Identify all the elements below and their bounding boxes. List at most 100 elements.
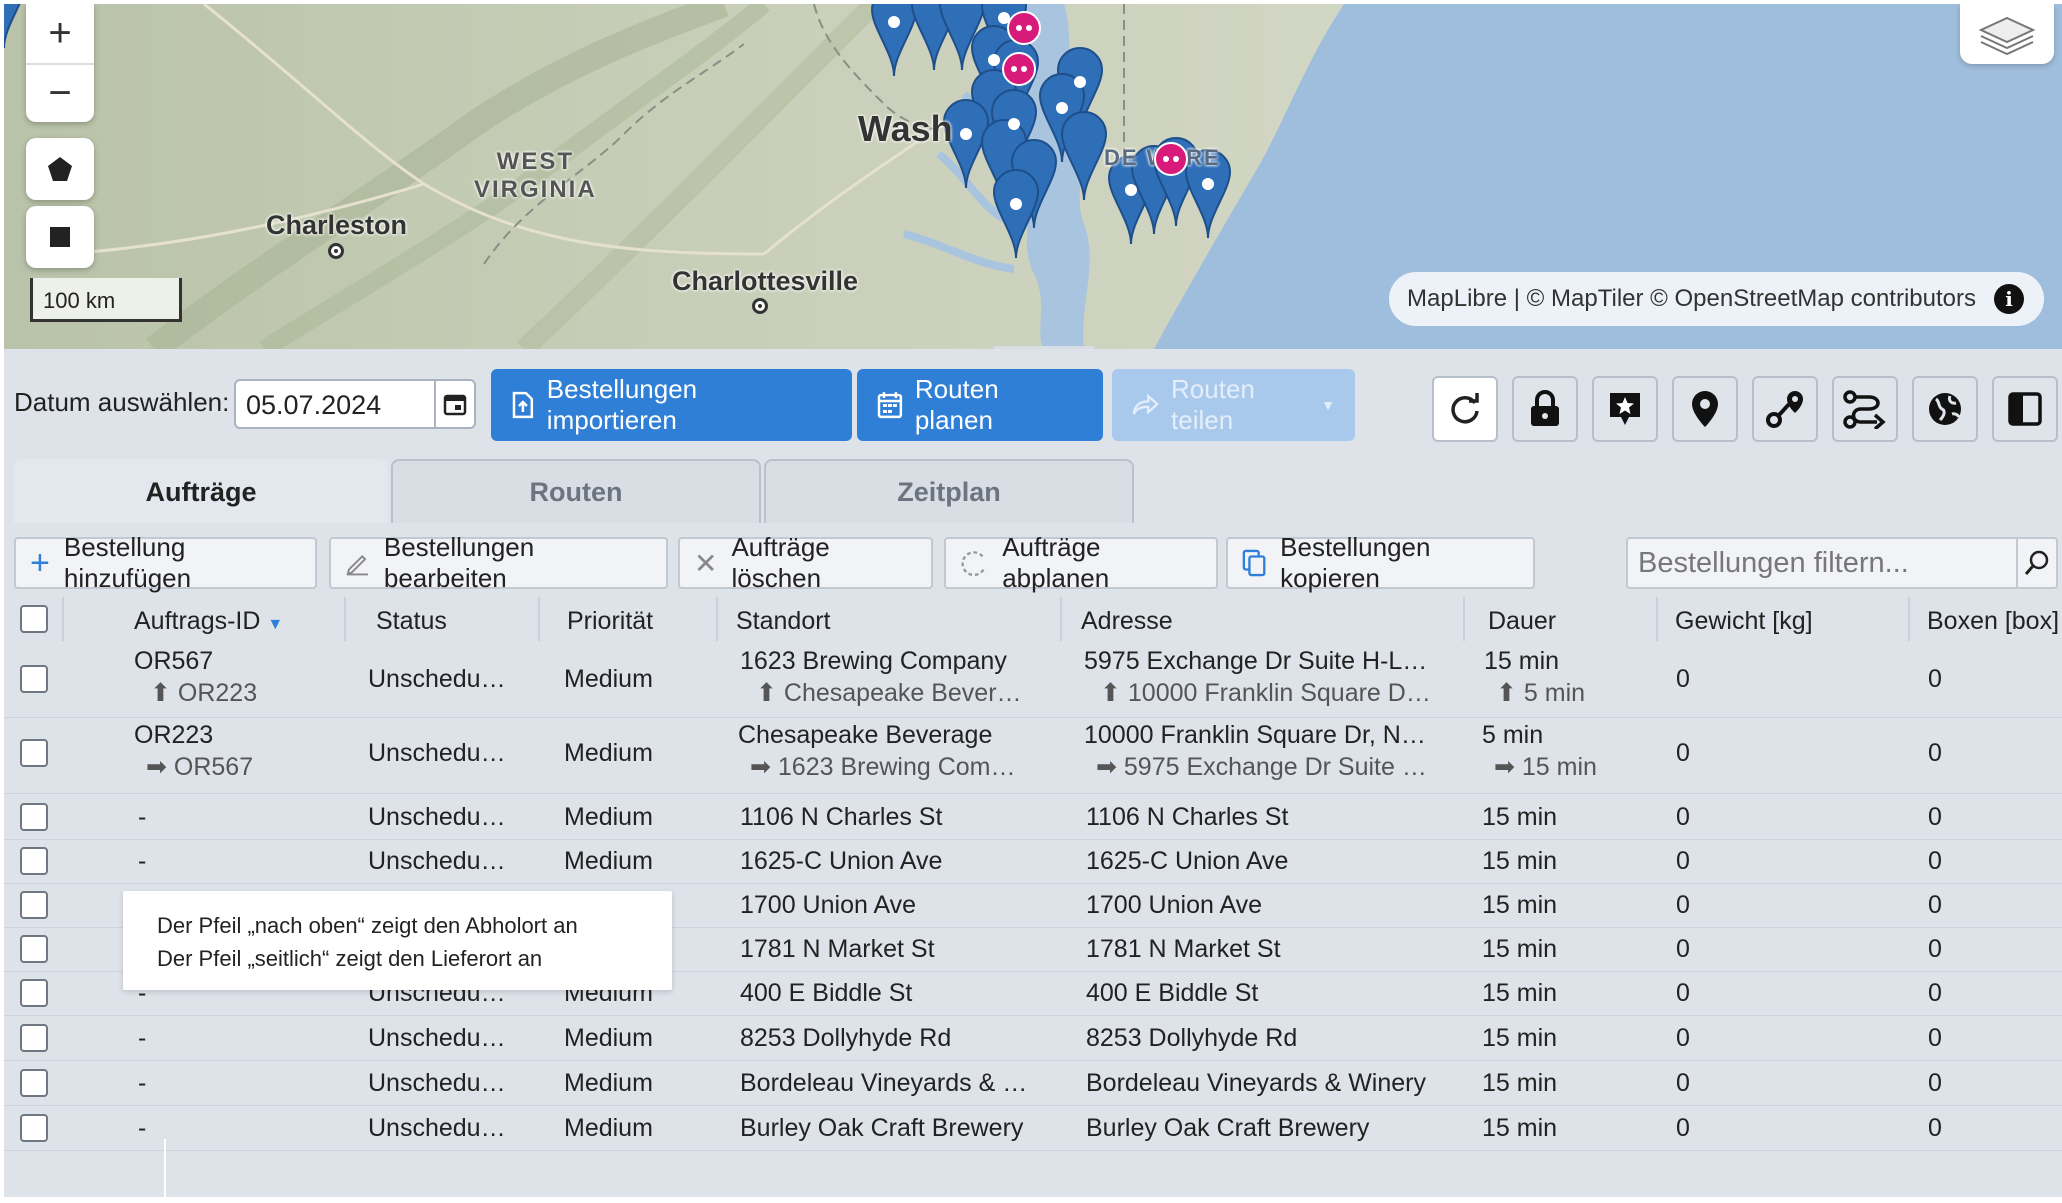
import-file-icon [512, 391, 534, 419]
draw-polygon-button[interactable] [26, 138, 94, 200]
column-divider[interactable] [1908, 597, 1910, 641]
address-cell: 1781 N Market St [1086, 935, 1281, 963]
table-row[interactable]: - Unschedu… Medium 8253 Dollyhyde Rd 8253 Do… [4, 1016, 2062, 1060]
tab-orders[interactable]: Aufträge [14, 459, 388, 523]
order-id-cell: - [138, 1024, 147, 1052]
table-row[interactable]: - Unschedu… Medium 1625-C Union Ave 1625-C U… [4, 839, 2062, 883]
column-header-weight[interactable]: Gewicht [kg] [1675, 597, 1813, 641]
status-cell: Unschedu… [368, 1024, 506, 1052]
weight-cell: 0 [1676, 665, 1690, 693]
table-row[interactable]: - Unschedu… Medium 1106 N Charles St 1106 N … [4, 795, 2062, 839]
starred-marker-button[interactable] [1592, 376, 1658, 442]
globe-button[interactable] [1912, 376, 1978, 442]
weight-cell: 0 [1676, 979, 1690, 1007]
row-checkbox[interactable] [20, 979, 48, 1007]
panel-toggle-button[interactable] [1992, 376, 2058, 442]
priority-cell: Medium [564, 739, 653, 767]
location-cell: 1781 N Market St [740, 935, 935, 963]
lock-button[interactable] [1512, 376, 1578, 442]
column-divider[interactable] [1060, 597, 1062, 641]
column-header-boxes[interactable]: Boxen [box] [1927, 597, 2059, 641]
table-row[interactable]: OR567 ⬆ OR223 Unschedu… Medium 1623 Brewi… [4, 643, 2062, 717]
duration-cell: 15 min [1482, 847, 1558, 875]
edit-orders-button[interactable]: Bestellungen bearbeiten [329, 532, 668, 593]
table-row[interactable]: - Unschedu… Medium Burley Oak Craft Brewery… [4, 1106, 2062, 1150]
filter-orders-input[interactable]: Bestellungen filtern... [1626, 537, 2058, 589]
row-checkbox[interactable] [20, 665, 48, 693]
row-checkbox[interactable] [20, 1024, 48, 1052]
duration-cell: 15 min ⬆ 5 min [1484, 647, 1585, 708]
cluster-marker[interactable] [1002, 52, 1036, 86]
column-divider[interactable] [344, 597, 346, 641]
row-checkbox[interactable] [20, 1114, 48, 1142]
column-header-priority[interactable]: Priorität [567, 597, 653, 641]
column-divider[interactable] [538, 597, 540, 641]
duration-cell: 15 min [1482, 1024, 1558, 1052]
city-dot-charlottesville [752, 298, 768, 314]
status-cell: Unschedu… [368, 1069, 506, 1097]
tooltip-pointer-line [164, 1139, 166, 1203]
column-divider[interactable] [1463, 597, 1465, 641]
column-header-location[interactable]: Standort [736, 597, 831, 641]
column-header-status[interactable]: Status [376, 597, 447, 641]
zoom-out-button[interactable]: − [26, 63, 94, 122]
draw-rectangle-button[interactable] [26, 206, 94, 268]
close-icon: ✕ [694, 547, 718, 579]
table-row[interactable]: - Unschedu… Medium Bordeleau Vineyards & … B… [4, 1061, 2062, 1105]
address-cell: 1625-C Union Ave [1086, 847, 1289, 875]
date-input[interactable]: 05.07.2024 [234, 379, 476, 429]
map-view[interactable]: WEST VIRGINIA DE WARE Charleston Charlot… [4, 4, 2062, 349]
attribution-text[interactable]: MapLibre | © MapTiler © OpenStreetMap co… [1407, 285, 1976, 313]
delete-orders-button[interactable]: ✕ Aufträge löschen [678, 532, 933, 593]
row-checkbox[interactable] [20, 803, 48, 831]
copy-orders-button[interactable]: Bestellungen kopieren [1226, 532, 1535, 593]
unplan-orders-button[interactable]: Aufträge abplanen [944, 532, 1218, 593]
row-checkbox[interactable] [20, 847, 48, 875]
route-button[interactable] [1832, 376, 1898, 442]
tab-routes[interactable]: Routen [391, 459, 761, 523]
import-orders-button[interactable]: Bestellungen importieren [491, 369, 852, 441]
column-header-duration[interactable]: Dauer [1488, 597, 1556, 641]
row-checkbox[interactable] [20, 739, 48, 767]
filter-placeholder: Bestellungen filtern... [1638, 547, 1909, 579]
weight-cell: 0 [1676, 739, 1690, 767]
plan-routes-label: Routen planen [914, 374, 999, 435]
priority-cell: Medium [564, 847, 653, 875]
column-divider[interactable] [62, 597, 64, 641]
row-checkbox[interactable] [20, 935, 48, 963]
location-button[interactable] [1672, 376, 1738, 442]
weight-cell: 0 [1676, 1024, 1690, 1052]
row-checkbox[interactable] [20, 1069, 48, 1097]
layers-button[interactable] [1960, 4, 2054, 64]
state-label-west-virginia: WEST VIRGINIA [474, 148, 597, 204]
table-row[interactable]: OR223 ➡ OR567 Unschedu… Medium Chesapeake… [4, 719, 2062, 793]
add-order-button[interactable]: + Bestellung hinzufügen [14, 532, 317, 593]
zoom-in-button[interactable]: + [26, 4, 94, 63]
calendar-icon[interactable] [434, 381, 474, 427]
address-cell: 5975 Exchange Dr Suite H-L… ⬆ 10000 Frank… [1084, 647, 1431, 708]
boxes-cell: 0 [1928, 1114, 1942, 1142]
cluster-marker[interactable] [1007, 11, 1041, 45]
column-header-id[interactable]: Auftrags-ID ▼ [134, 597, 283, 641]
column-header-address[interactable]: Adresse [1081, 597, 1173, 641]
info-icon[interactable]: i [1994, 284, 2024, 314]
column-divider[interactable] [1656, 597, 1658, 641]
select-all-checkbox[interactable] [20, 605, 48, 633]
row-checkbox[interactable] [20, 891, 48, 919]
refresh-button[interactable] [1432, 376, 1498, 442]
share-routes-button[interactable]: Routen teilen ▼ [1112, 369, 1355, 441]
location-name: Chesapeake Beverage [738, 721, 993, 749]
order-id-cell: - [138, 1114, 147, 1142]
tab-schedule[interactable]: Zeitplan [764, 459, 1134, 523]
search-icon[interactable] [2016, 539, 2056, 587]
layers-icon [1978, 16, 2036, 56]
order-id: OR223 [134, 721, 214, 749]
cluster-marker[interactable] [1154, 142, 1188, 176]
route-pin-button[interactable] [1752, 376, 1818, 442]
annotation-tooltip: Der Pfeil „nach oben“ zeigt den Abholort… [123, 891, 672, 990]
share-arrow-icon [1132, 393, 1159, 415]
plan-routes-button[interactable]: Routen planen [857, 369, 1103, 441]
column-divider[interactable] [716, 597, 718, 641]
linked-duration: ⬆ 5 min [1496, 679, 1586, 707]
panel-toggle-icon [2008, 392, 2042, 426]
